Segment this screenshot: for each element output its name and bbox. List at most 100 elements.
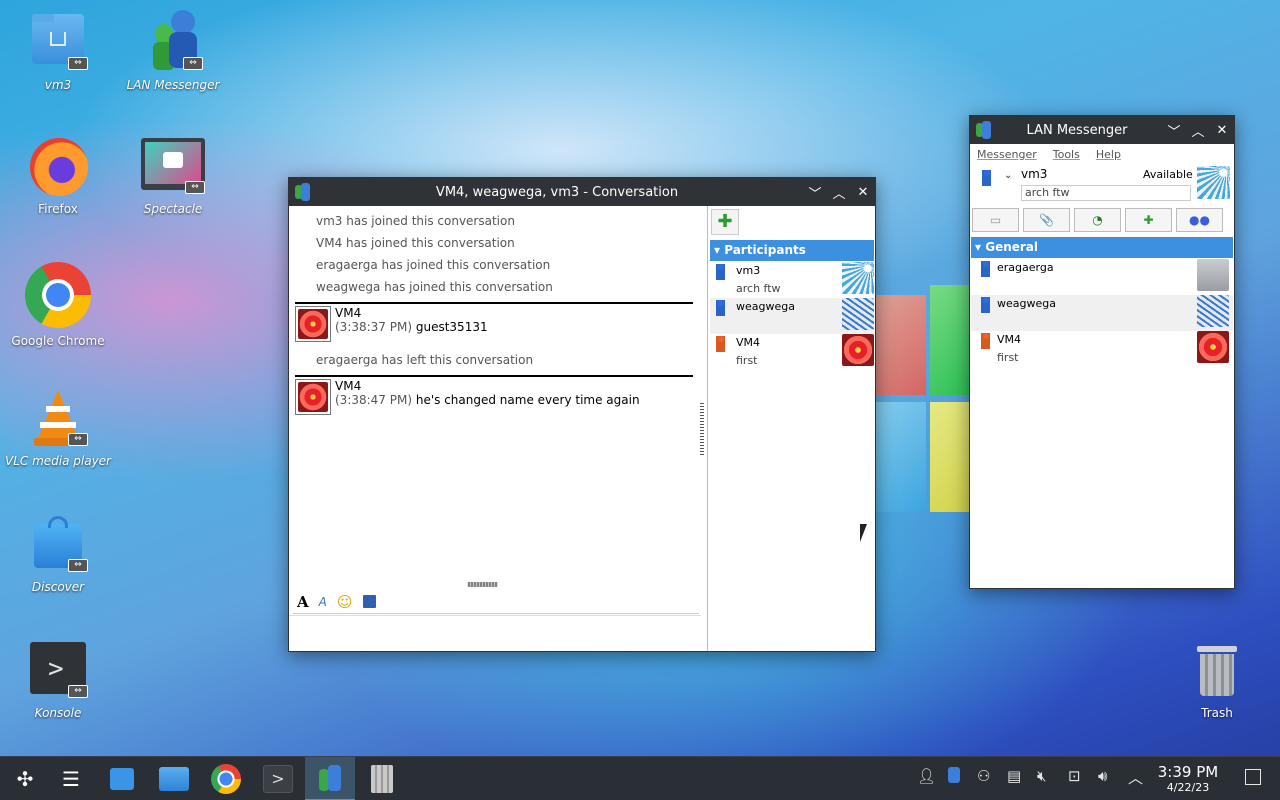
message-text: he's changed name every time again [415,393,640,407]
user-status-icon [716,300,725,316]
smiley-icon[interactable]: ☺ [337,593,353,611]
desktop-icon-vm3[interactable]: ⇔ vm3 [3,12,113,92]
accounts-icon[interactable]: ⚇ [977,767,990,785]
show-desktop-icon[interactable] [1245,769,1261,785]
contact-item[interactable]: weagwega [971,295,1233,331]
user-status-icon [716,336,725,352]
system-settings-icon[interactable]: ☰ [46,757,96,800]
chrome-icon[interactable] [201,757,251,800]
desktop-icon-lan-messenger[interactable]: ⇔ LAN Messenger [118,6,228,92]
maximize-button[interactable]: ︿ [1186,121,1210,140]
conversation-titlebar[interactable]: VM4, weagwega, vm3 - Conversation ﹀ ︿ ✕ [289,178,875,206]
mouse-cursor-icon [860,524,867,542]
messenger-toolbar: ▭ 📎 ◔ ✚ ●● [972,208,1232,232]
font-icon[interactable]: A [297,593,309,611]
desktop-icon-label: Discover [31,580,85,594]
chevron-down-icon: ▾ [975,240,982,254]
user-switcher-icon[interactable]: 👤︎ [917,767,936,785]
discover-icon: ⇔ [28,514,88,574]
participant-item[interactable]: vm3 arch ftw [710,262,874,298]
save-icon[interactable] [362,595,376,608]
minimize-button[interactable]: ﹀ [803,183,827,202]
konsole-icon[interactable]: > [253,757,303,800]
message-block: VM4 (3:38:37 PM) guest35131 [295,302,693,342]
desktop-icon-label: LAN Messenger [126,78,220,92]
message-sender: VM4 [335,379,362,393]
rss-icon[interactable]: ◔ [1074,208,1121,232]
minimize-button[interactable]: ﹀ [1162,121,1186,140]
file-manager-icon[interactable] [149,757,199,800]
chevron-down-icon[interactable]: ⌄ [1004,170,1012,181]
contact-name: VM4 [997,333,1022,346]
system-message: vm3 has joined this conversation [316,214,515,228]
participant-item[interactable]: weagwega [710,298,874,334]
menu-tools[interactable]: Tools [1053,148,1080,161]
broadcast-icon[interactable]: ▭ [972,208,1019,232]
user-status-icon [716,264,725,280]
lan-messenger-icon [295,183,311,201]
menu-messenger[interactable]: Messenger [977,148,1037,161]
file-icon[interactable]: 📎 [1023,208,1070,232]
avatar[interactable] [1197,166,1230,199]
desktop-icon-chrome[interactable]: Google Chrome [3,262,113,348]
network-icon[interactable]: ⊡ [1068,767,1081,785]
participants-group-header[interactable]: ▾ Participants [710,240,874,261]
messenger-titlebar[interactable]: LAN Messenger ﹀ ︿ ✕ [970,116,1234,144]
message-text: guest35131 [415,320,488,334]
lan-messenger-tray-icon[interactable] [948,767,960,787]
desktop-icon-spectacle[interactable]: ⇔ Spectacle [118,136,228,216]
avatar [295,379,331,415]
chevron-down-icon: ▾ [714,243,721,257]
user-status-area: ⌄ vm3 Available arch ftw [970,164,1234,204]
audio-muted-icon[interactable]: 🔇︎ [1037,767,1046,785]
add-participant-button[interactable]: ✚ [711,209,739,235]
vlc-icon: ⇔ [28,388,88,448]
app-launcher-icon[interactable]: ✣ [0,757,50,800]
system-message: weagwega has joined this conversation [316,280,553,294]
close-button[interactable]: ✕ [851,185,875,200]
contact-item[interactable]: eragaerga [971,259,1233,295]
contact-group-header[interactable]: ▾ General [971,237,1233,258]
lan-messenger-icon[interactable] [305,757,355,800]
clock-date: 4/22/23 [1166,781,1210,794]
status-note-field[interactable]: arch ftw [1021,185,1191,201]
archive-manager-icon[interactable] [357,757,407,800]
conversation-log[interactable]: vm3 has joined this conversation VM4 has… [289,206,701,556]
vertical-splitter-handle[interactable] [700,403,704,455]
lan-messenger-icon [976,121,992,139]
close-button[interactable]: ✕ [1210,123,1234,138]
volume-icon[interactable]: 🔊︎ [1098,767,1107,785]
desktop-icon-vlc[interactable]: ⇔ VLC media player [3,388,113,468]
discover-icon[interactable] [97,757,147,800]
firefox-icon [28,136,88,196]
menu-help[interactable]: Help [1096,148,1121,161]
desktop-icon-discover[interactable]: ⇔ Discover [3,514,113,594]
message-input[interactable] [289,615,701,651]
spectacle-icon: ⇔ [141,136,205,196]
participant-item[interactable]: VM4 first [710,334,874,370]
horizontal-splitter-handle[interactable]: ıııııııııııııııııııı [467,580,498,590]
status-label[interactable]: Available [1143,168,1193,181]
font-color-icon[interactable]: A [319,595,327,609]
clock-time: 3:39 PM [1157,763,1219,781]
clipboard-icon[interactable]: ▤ [1007,767,1021,785]
maximize-button[interactable]: ︿ [827,183,851,202]
user-status-icon [981,297,990,313]
trash-icon [1187,640,1247,700]
window-title: LAN Messenger [1026,122,1128,138]
participant-note: arch ftw [736,282,781,295]
contact-item[interactable]: VM4 first [971,331,1233,367]
desktop-icon-firefox[interactable]: Firefox [3,136,113,216]
group-label: General [985,240,1039,254]
avatar [1197,259,1229,291]
clock[interactable]: 3:39 PM 4/22/23 [1150,763,1226,794]
add-contact-icon[interactable]: ✚ [1125,208,1172,232]
message-sender: VM4 [335,306,362,320]
chevron-up-icon[interactable]: ︿ [1128,767,1143,788]
desktop-icon-trash[interactable]: Trash [1162,640,1272,720]
user-status-icon[interactable] [982,170,991,186]
desktop-icon-label: Firefox [38,202,78,216]
desktop-icon-konsole[interactable]: > ⇔ Konsole [3,640,113,720]
group-chat-icon[interactable]: ●● [1176,208,1223,232]
taskbar: ✣ ☰ > 👤︎ ⚇ ▤ 🔇︎ ⊡ 🔊︎ ︿ 3:39 PM 4/22/23 [0,756,1280,800]
